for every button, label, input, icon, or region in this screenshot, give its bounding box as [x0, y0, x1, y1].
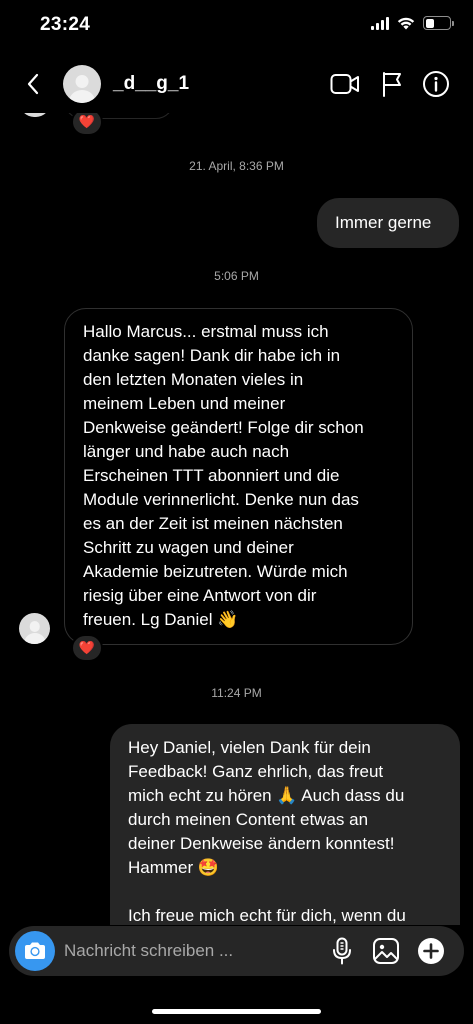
heart-reaction: ❤️	[78, 640, 96, 655]
image-gallery-icon	[373, 938, 399, 964]
message-line: deiner Denkweise ändern konntest!	[128, 834, 395, 853]
message-line: Erscheinen TTT abonniert und die	[83, 466, 340, 485]
message-bubble-incoming[interactable]: Hallo Marcus... erstmal muss ich danke sa…	[64, 308, 413, 645]
message-line	[128, 880, 444, 904]
voice-message-button[interactable]	[327, 936, 357, 966]
message-line: Hallo Marcus... erstmal muss ich	[83, 322, 329, 341]
message-composer	[9, 926, 464, 976]
video-call-button[interactable]	[330, 69, 360, 99]
message-line: es an der Zeit ist meinen nächsten	[83, 514, 343, 533]
message-line: länger und habe auch nach	[83, 442, 290, 461]
flag-icon	[383, 72, 401, 97]
microphone-icon	[333, 937, 351, 965]
timestamp: 5:06 PM	[214, 269, 259, 283]
message-line: Schritt zu wagen und deiner	[83, 538, 294, 557]
message-text: Immer gerne	[335, 213, 432, 232]
back-button[interactable]	[18, 69, 48, 99]
message-text: Hey Daniel, vielen Dank für dein Feedback…	[128, 736, 444, 925]
reaction-badge[interactable]: ❤️	[71, 634, 103, 662]
back-chevron-icon	[27, 73, 39, 95]
plus-icon	[418, 938, 444, 964]
message-thread[interactable]: ❤️ 21. April, 8:36 PM Immer gerne 5:06 P…	[0, 113, 473, 925]
message-line: Feedback! Ganz ehrlich, das freut	[128, 762, 384, 781]
status-bar: 23:24	[0, 0, 473, 50]
timestamp: 21. April, 8:36 PM	[189, 159, 284, 173]
info-button[interactable]	[421, 69, 451, 99]
home-indicator	[152, 1009, 321, 1014]
message-line: Module verinnerlicht. Denke nun das	[83, 490, 359, 509]
message-line: den letzten Monaten vieles in	[83, 370, 304, 389]
message-line: riesig über eine Antwort von dir	[83, 586, 317, 605]
message-input[interactable]	[64, 938, 304, 964]
message-line: Hammer 🤩	[128, 858, 220, 877]
message-line: durch meinen Content etwas an	[128, 810, 369, 829]
message-line: Akademie beizutreten. Würde mich	[83, 562, 348, 581]
battery-icon	[423, 16, 454, 30]
timestamp: 11:24 PM	[211, 686, 262, 700]
message-line: Denkweise geändert! Folge dir schon	[83, 418, 364, 437]
message-text: Hallo Marcus... erstmal muss ich danke sa…	[83, 320, 396, 632]
reaction-badge[interactable]: ❤️	[71, 113, 103, 136]
gallery-button[interactable]	[371, 936, 401, 966]
camera-icon	[25, 942, 45, 959]
message-line: Ich freue mich echt für dich, wenn du	[128, 906, 406, 925]
cellular-signal-icon	[371, 16, 389, 30]
message-bubble-outgoing[interactable]: Immer gerne	[317, 198, 459, 248]
sender-avatar	[20, 113, 50, 117]
report-button[interactable]	[377, 69, 407, 99]
info-icon	[423, 71, 449, 97]
heart-reaction: ❤️	[78, 114, 96, 129]
chat-username[interactable]: _d__g_1	[113, 73, 189, 95]
message-line: danke sagen! Dank dir habe ich in	[83, 346, 341, 365]
sender-avatar[interactable]	[19, 613, 50, 644]
camera-button[interactable]	[15, 931, 55, 971]
message-bubble-outgoing[interactable]: Hey Daniel, vielen Dank für dein Feedback…	[110, 724, 460, 925]
more-options-button[interactable]	[416, 936, 446, 966]
wifi-icon	[397, 17, 415, 30]
profile-avatar[interactable]	[63, 65, 101, 103]
chat-header: _d__g_1	[0, 55, 473, 113]
message-line: freuen. Lg Daniel 👋	[83, 610, 239, 629]
video-call-icon	[330, 74, 359, 94]
status-icons	[371, 16, 454, 30]
message-line: meinem Leben und meiner	[83, 394, 286, 413]
message-line: mich echt zu hören 🙏 Auch dass du	[128, 786, 405, 805]
status-time: 23:24	[40, 14, 91, 35]
battery-level	[425, 18, 434, 28]
message-line: Hey Daniel, vielen Dank für dein	[128, 738, 371, 757]
